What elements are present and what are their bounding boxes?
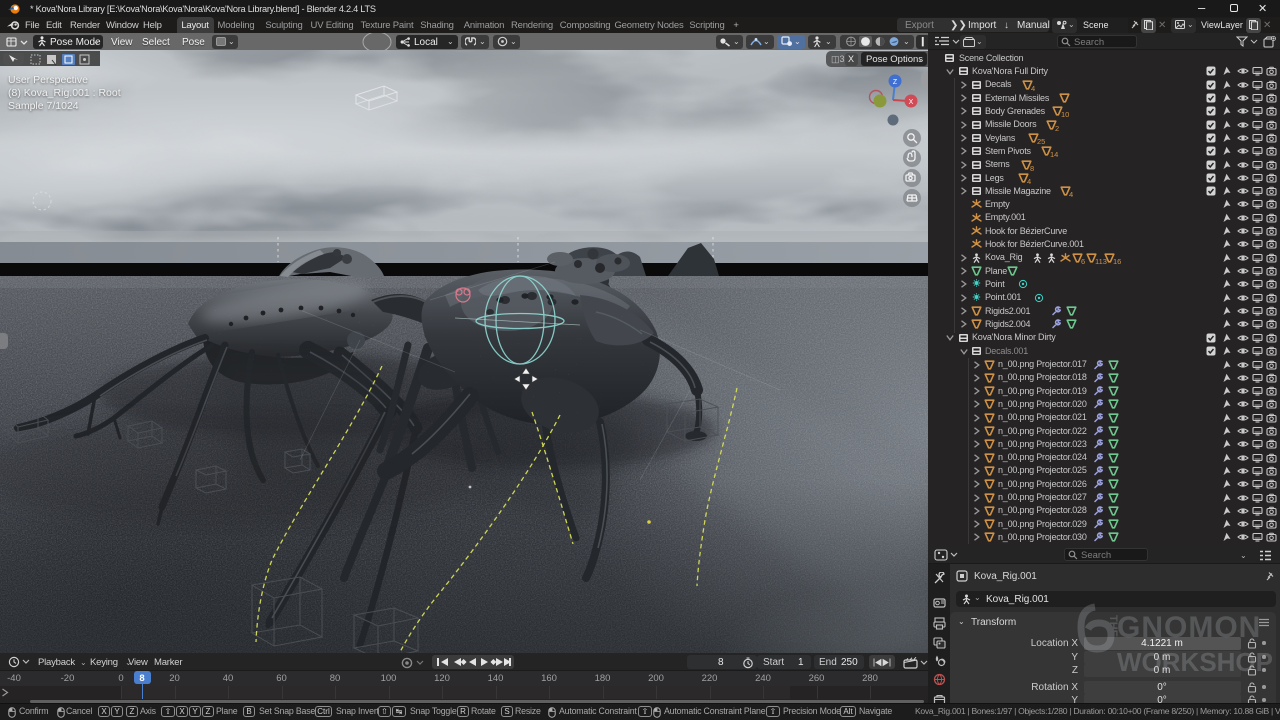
- svg-text:Z: Z: [893, 79, 898, 86]
- svg-text:X: X: [909, 99, 914, 106]
